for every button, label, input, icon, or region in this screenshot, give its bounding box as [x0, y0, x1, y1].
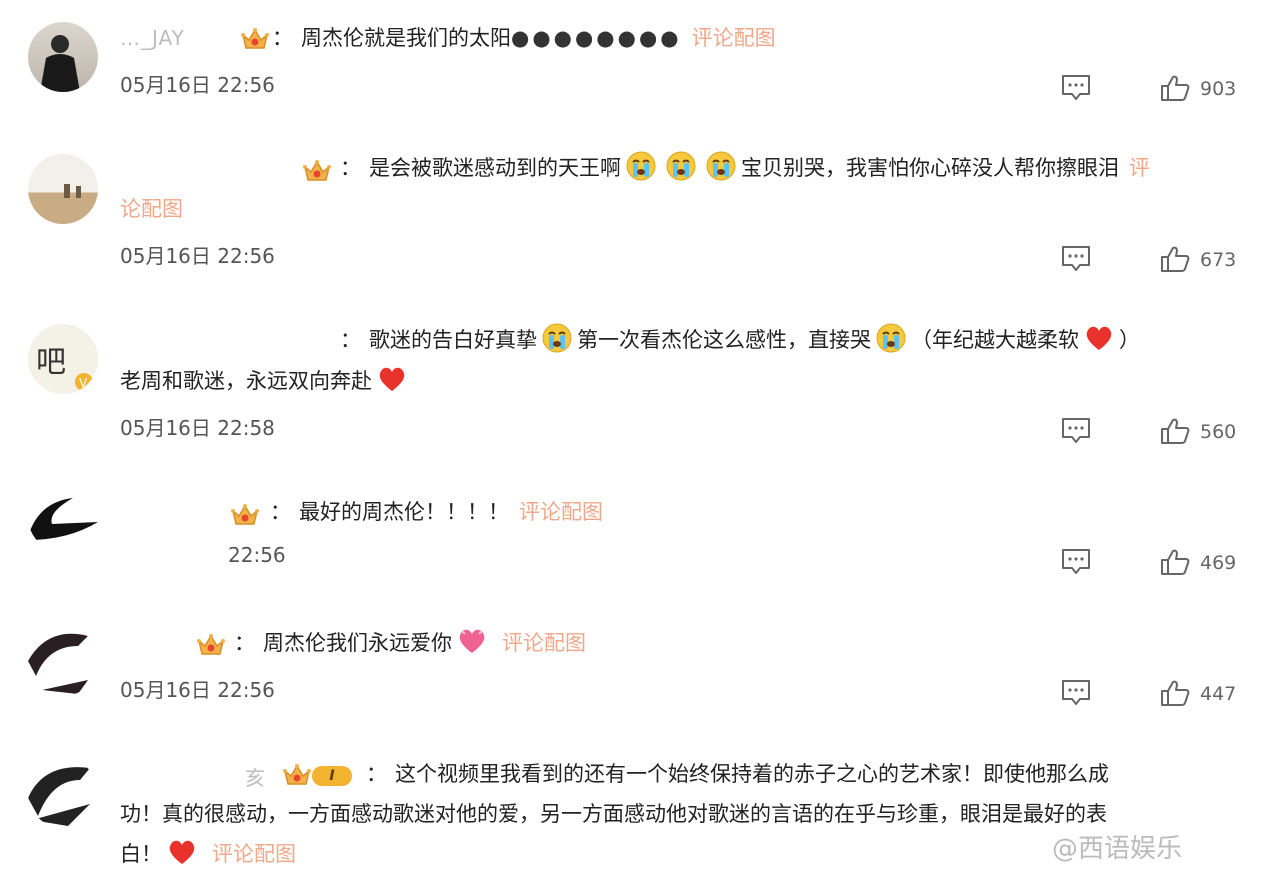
comment-body: ）	[1119, 328, 1140, 352]
reply-icon[interactable]	[1060, 244, 1092, 272]
comment-image-link[interactable]: 论配图	[120, 197, 183, 221]
avatar-swoosh-icon	[28, 498, 98, 540]
crown-icon	[302, 158, 332, 184]
crying-emoji-icon	[875, 322, 907, 354]
comment-image-link[interactable]: 评论配图	[212, 842, 296, 866]
colon: ：	[340, 156, 361, 180]
comment-body: 第一次看杰伦这么感性，直接哭	[577, 328, 871, 352]
svg-text:吧: 吧	[36, 345, 66, 380]
colon: ：	[272, 26, 293, 50]
like-count: 903	[1200, 78, 1237, 100]
colon: ：	[340, 328, 361, 352]
colon: ：	[270, 500, 291, 524]
like-count: 469	[1200, 552, 1237, 574]
like-icon[interactable]	[1160, 679, 1190, 707]
comment-text: ： 这个视频里我看到的还有一个始终保持着的赤子之心的艺术家！即使他那么成	[366, 754, 1109, 794]
pink-heart-emoji-icon	[456, 625, 488, 657]
comment-text: ： 最好的周杰伦！！！！ 评论配图	[270, 492, 603, 532]
comment-body: 周杰伦就是我们的太阳	[301, 26, 511, 50]
comment-body: 功！真的很感动，一方面感动歌迷对他的爱，另一方面感动他对歌迷的言语的在乎与珍重，…	[120, 802, 1107, 826]
like-icon[interactable]	[1160, 417, 1190, 445]
avatar-dark-icon	[28, 633, 88, 694]
reply-icon[interactable]	[1060, 547, 1092, 575]
username[interactable]: 亥	[245, 762, 266, 791]
avatar[interactable]	[28, 482, 98, 552]
comment-image-link[interactable]: 评论配图	[692, 26, 776, 50]
comment-text-line2: 论配图	[120, 189, 183, 229]
avatar[interactable]	[28, 758, 98, 828]
reply-icon[interactable]	[1060, 73, 1092, 101]
avatar[interactable]	[28, 626, 98, 696]
dots-decoration: ●●●●●●●●	[511, 26, 682, 50]
avatar[interactable]	[28, 22, 98, 92]
crown-icon	[230, 502, 260, 528]
timestamp: 05月16日 22:56	[120, 678, 275, 702]
comment-text-line2: 功！真的很感动，一方面感动歌迷对他的爱，另一方面感动他对歌迷的言语的在乎与珍重，…	[120, 794, 1107, 834]
like-count: 560	[1200, 421, 1237, 443]
comment-body: （年纪越大越柔软	[911, 328, 1079, 352]
timestamp: 05月16日 22:58	[120, 416, 275, 440]
crown-icon	[282, 762, 312, 788]
comment-text: ： 歌迷的告白好真挚 第一次看杰伦这么感性，直接哭 （年纪越大越柔软 ）	[340, 320, 1140, 360]
crying-emoji-icon	[705, 150, 737, 182]
comment-body: 老周和歌迷，永远双向奔赴	[120, 369, 372, 393]
reply-icon[interactable]	[1060, 678, 1092, 706]
crown-icon	[240, 26, 270, 52]
like-count: 673	[1200, 249, 1237, 271]
avatar[interactable]: 吧V	[28, 324, 98, 394]
colon: ：	[234, 631, 255, 655]
like-icon[interactable]	[1160, 245, 1190, 273]
like-icon[interactable]	[1160, 548, 1190, 576]
crown-icon	[196, 632, 226, 658]
comment-text-line3: 白！ 评论配图	[120, 834, 296, 874]
level-badge: I	[312, 766, 352, 786]
svg-text:V: V	[79, 376, 88, 390]
avatar-dark-icon	[28, 767, 97, 828]
reply-icon[interactable]	[1060, 416, 1092, 444]
heart-emoji-icon	[376, 363, 408, 395]
user-photo-icon	[40, 35, 80, 92]
comment-body: 歌迷的告白好真挚	[369, 328, 537, 352]
comment-image-link[interactable]: 评	[1129, 156, 1150, 180]
avatar-glyph-icon: 吧V	[36, 345, 93, 391]
comment-body: 白！	[120, 842, 162, 866]
comment-text: ： 是会被歌迷感动到的天王啊 宝贝别哭，我害怕你心碎没人帮你擦眼泪评	[340, 148, 1150, 188]
like-count: 447	[1200, 683, 1237, 705]
timestamp: 05月16日 22:56	[120, 73, 275, 97]
timestamp: 05月16日 22:56	[120, 244, 275, 268]
comment-image-link[interactable]: 评论配图	[502, 631, 586, 655]
timestamp: 22:56	[228, 543, 286, 567]
watermark: @西语娱乐	[1052, 834, 1183, 864]
comment-text: ： 周杰伦就是我们的太阳●●●●●●●● 评论配图	[272, 18, 776, 58]
crying-emoji-icon	[541, 322, 573, 354]
landscape-photo-icon	[64, 184, 81, 198]
comment-body: 宝贝别哭，我害怕你心碎没人帮你擦眼泪	[741, 156, 1119, 180]
avatar[interactable]	[28, 154, 98, 224]
crying-emoji-icon	[625, 150, 657, 182]
username[interactable]: …_JAY	[120, 26, 185, 50]
like-icon[interactable]	[1160, 74, 1190, 102]
comment-body: 是会被歌迷感动到的天王啊	[369, 156, 621, 180]
colon: ：	[366, 762, 387, 786]
comment-body: 这个视频里我看到的还有一个始终保持着的赤子之心的艺术家！即使他那么成	[395, 762, 1109, 786]
heart-emoji-icon	[166, 836, 198, 868]
comment-text: ： 周杰伦我们永远爱你 评论配图	[234, 623, 586, 663]
comment-image-link[interactable]: 评论配图	[519, 500, 603, 524]
crying-emoji-icon	[665, 150, 697, 182]
comment-body: 周杰伦我们永远爱你	[263, 631, 452, 655]
comment-text-line2: 老周和歌迷，永远双向奔赴	[120, 361, 412, 401]
comment-body: 最好的周杰伦！！！！	[299, 500, 509, 524]
heart-emoji-icon	[1083, 322, 1115, 354]
